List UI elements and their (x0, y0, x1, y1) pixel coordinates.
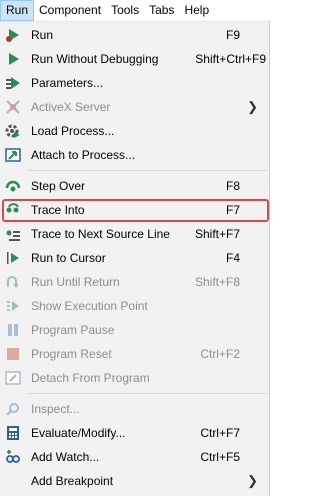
run-to-cursor-icon (5, 250, 21, 266)
menu-item-label: Run Until Return (31, 275, 120, 289)
menu-bar: Run Component Tools Tabs Help (0, 0, 271, 22)
menu-item-label: Trace to Next Source Line (31, 227, 170, 241)
menu-run[interactable]: Run (0, 0, 35, 21)
menu-item-step-over[interactable]: Step Over F8 (0, 174, 268, 198)
menu-item-parameters[interactable]: Parameters... (0, 71, 268, 95)
shortcut: Ctrl+F2 (200, 347, 240, 361)
menu-item-attach-process[interactable]: Attach to Process... (0, 143, 268, 167)
menu-help[interactable]: Help (179, 0, 214, 21)
menu-item-label: Show Execution Point (31, 299, 148, 313)
menu-tabs[interactable]: Tabs (144, 0, 179, 21)
run-without-debugging-icon (5, 51, 21, 67)
run-until-return-icon (5, 274, 21, 290)
inspect-icon (5, 401, 21, 417)
menu-item-program-pause[interactable]: Program Pause (0, 318, 268, 342)
menu-item-detach-program[interactable]: Detach From Program (0, 366, 268, 390)
reset-icon (5, 346, 21, 362)
shortcut: Ctrl+F5 (200, 450, 240, 464)
submenu-arrow-icon: ❯ (247, 99, 258, 114)
evaluate-icon (5, 425, 21, 441)
menu-item-label: Program Reset (31, 347, 112, 361)
menu-item-run-to-cursor[interactable]: Run to Cursor F4 (0, 246, 268, 270)
run-icon (5, 27, 21, 43)
menu-item-label: Parameters... (31, 76, 104, 90)
menu-item-label: Program Pause (31, 323, 115, 337)
activex-server-icon (5, 99, 21, 115)
menu-item-run-without-debugging[interactable]: Run Without Debugging Shift+Ctrl+F9 (0, 47, 268, 71)
shortcut: Ctrl+F7 (200, 426, 240, 440)
menu-separator (28, 393, 268, 394)
menu-item-label: Inspect... (31, 402, 80, 416)
shortcut: F8 (225, 179, 240, 193)
menu-item-label: Run to Cursor (31, 251, 106, 265)
menu-item-label: Detach From Program (31, 371, 150, 385)
menu-separator (28, 170, 268, 171)
menu-item-inspect[interactable]: Inspect... (0, 397, 268, 421)
run-dropdown-menu: Run F9 Run Without Debugging Shift+Ctrl+… (0, 22, 270, 496)
detach-icon (5, 370, 21, 386)
load-process-icon (5, 123, 21, 139)
menu-item-show-execution-point[interactable]: Show Execution Point (0, 294, 268, 318)
menu-item-activex-server[interactable]: ActiveX Server ❯ (0, 95, 268, 119)
menu-item-evaluate-modify[interactable]: Evaluate/Modify... Ctrl+F7 (0, 421, 268, 445)
menu-item-label: Run (31, 28, 54, 42)
submenu-arrow-icon: ❯ (247, 473, 258, 488)
menu-component[interactable]: Component (34, 0, 106, 21)
menu-item-label: Add Breakpoint (31, 474, 114, 488)
step-over-icon (5, 178, 21, 194)
parameters-icon (5, 75, 21, 91)
menu-item-load-process[interactable]: Load Process... (0, 119, 268, 143)
menu-item-run-until-return[interactable]: Run Until Return Shift+F8 (0, 270, 268, 294)
show-execution-point-icon (5, 298, 21, 314)
shortcut: Shift+F8 (194, 275, 240, 289)
shortcut: Shift+Ctrl+F9 (195, 52, 266, 66)
menu-item-add-watch[interactable]: Add Watch... Ctrl+F5 (0, 445, 268, 469)
menu-item-label: Load Process... (31, 124, 115, 138)
trace-into-highlight-box (2, 199, 269, 222)
shortcut: Shift+F7 (194, 227, 240, 241)
menu-tools[interactable]: Tools (106, 0, 144, 21)
menu-item-run[interactable]: Run F9 (0, 23, 268, 47)
menu-item-label: Evaluate/Modify... (31, 426, 126, 440)
pause-icon (5, 322, 21, 338)
menu-item-label: Run Without Debugging (31, 52, 159, 66)
trace-next-line-icon (5, 226, 21, 242)
shortcut: F4 (225, 251, 240, 265)
menu-item-label: ActiveX Server (31, 100, 111, 114)
shortcut: F9 (225, 28, 240, 42)
menu-item-program-reset[interactable]: Program Reset Ctrl+F2 (0, 342, 268, 366)
menu-item-label: Attach to Process... (31, 148, 136, 162)
menu-item-label: Step Over (31, 179, 86, 193)
menu-item-label: Add Watch... (31, 450, 100, 464)
menu-item-add-breakpoint[interactable]: Add Breakpoint ❯ (0, 469, 268, 493)
attach-process-icon (5, 147, 21, 163)
menu-item-trace-next-line[interactable]: Trace to Next Source Line Shift+F7 (0, 222, 268, 246)
add-breakpoint-icon (5, 473, 21, 489)
add-watch-icon (5, 449, 21, 465)
